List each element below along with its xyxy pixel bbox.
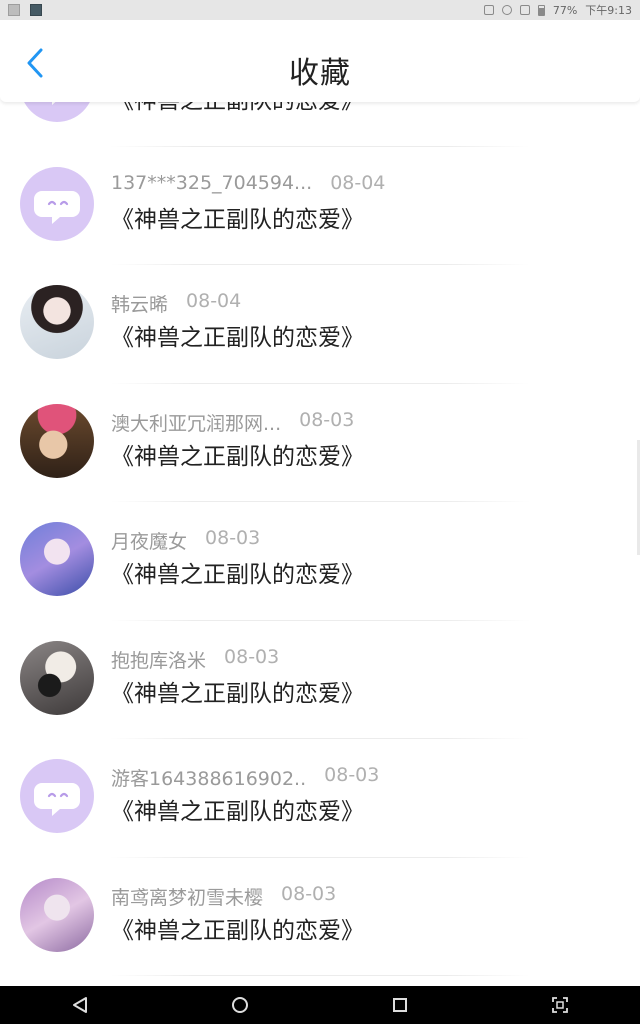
item-meta: 抱抱库洛米 08-03 bbox=[111, 646, 411, 672]
item-date: 08-03 bbox=[205, 527, 261, 549]
user-name: 月夜魔女 bbox=[111, 531, 188, 553]
favorite-item[interactable]: 游客164388616902.. 08-03 《神兽之正副队的恋爱》 bbox=[0, 739, 640, 858]
item-date: 08-03 bbox=[224, 645, 280, 668]
clock: 下午9:13 bbox=[585, 4, 632, 17]
avatar[interactable] bbox=[20, 640, 94, 715]
battery-level: 77% bbox=[552, 3, 578, 17]
favorite-item[interactable]: 南鸢离梦初雪未樱 08-03 《神兽之正副队的恋爱》 bbox=[0, 858, 640, 976]
item-meta: 韩云晞 08-04 bbox=[111, 290, 411, 316]
favorite-item[interactable]: 韩云晞 08-04 《神兽之正副队的恋爱》 bbox=[0, 265, 640, 384]
avatar[interactable] bbox=[20, 166, 94, 241]
book-title[interactable]: 《神兽之正副队的恋爱》 bbox=[111, 792, 364, 826]
item-meta: 游客164388616902.. 08-03 bbox=[111, 764, 411, 790]
triangle-back-icon bbox=[73, 997, 87, 1013]
book-title[interactable]: 《神兽之正副队的恋爱》 bbox=[111, 318, 364, 352]
screenshot-icon bbox=[552, 997, 568, 1013]
vibrate-icon bbox=[483, 5, 494, 15]
item-meta: 澳大利亚冗润那网... 08-03 bbox=[111, 409, 411, 435]
favorites-list[interactable]: 153***995_673456...08-04《神兽之正副队的恋爱》137**… bbox=[0, 74, 640, 986]
user-name: 137***325_704594... bbox=[111, 171, 313, 194]
page-title: 收藏 bbox=[289, 56, 351, 91]
circle-home-icon bbox=[232, 997, 248, 1013]
divider bbox=[110, 975, 530, 976]
system-navigation-bar bbox=[0, 986, 640, 1024]
user-name: 南鸢离梦初雪未樱 bbox=[111, 886, 264, 909]
user-name: 游客164388616902.. bbox=[111, 768, 307, 790]
favorite-item[interactable]: 137***325_704594... 08-04 《神兽之正副队的恋爱》 bbox=[0, 147, 640, 265]
chat-bubble-icon bbox=[34, 783, 80, 816]
user-name: 澳大利亚冗润那网... bbox=[111, 412, 282, 435]
battery-icon bbox=[537, 4, 545, 16]
user-name: 抱抱库洛米 bbox=[111, 649, 207, 672]
nav-recents-button[interactable] bbox=[380, 986, 420, 1024]
user-name: 韩云晞 bbox=[111, 294, 169, 316]
nav-home-button[interactable] bbox=[220, 986, 260, 1024]
favorite-item[interactable]: 澳大利亚冗润那网... 08-03 《神兽之正副队的恋爱》 bbox=[0, 384, 640, 502]
book-title[interactable]: 《神兽之正副队的恋爱》 bbox=[111, 200, 364, 234]
book-title[interactable]: 《神兽之正副队的恋爱》 bbox=[111, 555, 364, 589]
book-title[interactable]: 《神兽之正副队的恋爱》 bbox=[111, 911, 364, 945]
chat-bubble-icon bbox=[34, 190, 80, 224]
app-notification-icon bbox=[30, 4, 42, 16]
square-recents-icon bbox=[393, 998, 407, 1012]
favorite-item[interactable]: 抱抱库洛米 08-03 《神兽之正副队的恋爱》 bbox=[0, 621, 640, 739]
book-title[interactable]: 《神兽之正副队的恋爱》 bbox=[111, 437, 364, 471]
avatar[interactable] bbox=[20, 285, 94, 359]
nav-screenshot-button[interactable] bbox=[540, 986, 580, 1024]
item-meta: 137***325_704594... 08-04 bbox=[111, 172, 411, 198]
sim-icon bbox=[519, 5, 530, 15]
app-header: 收藏 bbox=[0, 20, 640, 102]
item-date: 08-04 bbox=[330, 171, 386, 194]
item-date: 08-03 bbox=[299, 408, 355, 431]
item-date: 08-03 bbox=[324, 764, 380, 786]
item-meta: 月夜魔女 08-03 bbox=[111, 527, 411, 553]
favorite-item[interactable]: 月夜魔女 08-03 《神兽之正副队的恋爱》 bbox=[0, 502, 640, 621]
avatar[interactable] bbox=[20, 403, 94, 478]
avatar[interactable] bbox=[20, 522, 94, 596]
item-date: 08-03 bbox=[281, 882, 337, 905]
status-bar: 77% 下午9:13 bbox=[0, 0, 640, 20]
wifi-icon bbox=[501, 5, 512, 15]
book-title[interactable]: 《神兽之正副队的恋爱》 bbox=[111, 674, 364, 708]
item-date: 08-04 bbox=[186, 290, 242, 312]
avatar[interactable] bbox=[20, 759, 94, 833]
gallery-notification-icon bbox=[8, 4, 20, 16]
nav-back-button[interactable] bbox=[60, 986, 100, 1024]
item-meta: 南鸢离梦初雪未樱 08-03 bbox=[111, 883, 411, 909]
avatar[interactable] bbox=[20, 877, 94, 952]
